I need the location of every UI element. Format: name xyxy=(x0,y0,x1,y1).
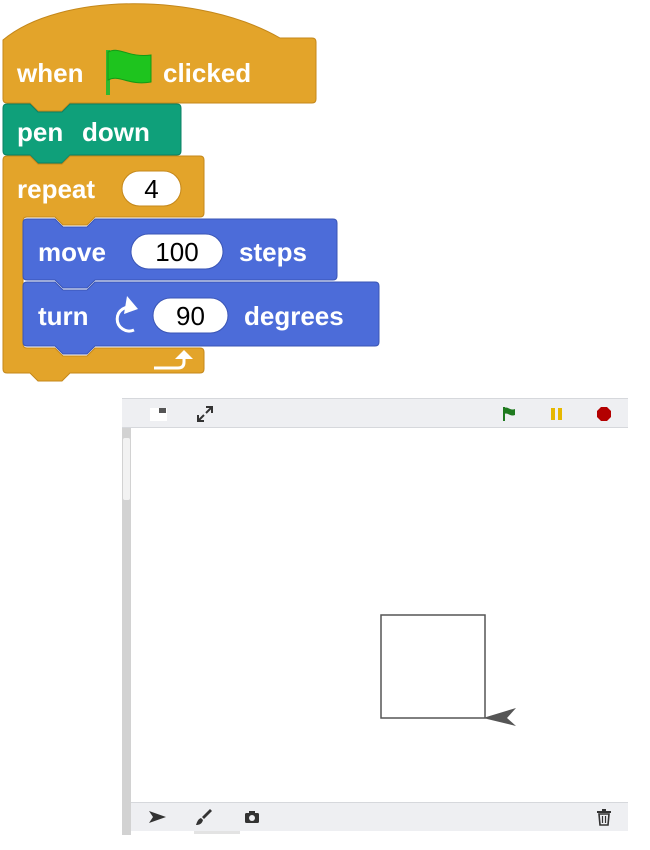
turn-degrees-block[interactable]: turn 90 degrees xyxy=(22,281,380,355)
fullscreen-icon[interactable] xyxy=(196,405,214,423)
degrees-label: degrees xyxy=(244,301,344,331)
repeat-count-input[interactable]: 4 xyxy=(121,170,182,207)
pen-label: pen xyxy=(17,117,63,147)
scrollbar-thumb[interactable] xyxy=(123,438,130,500)
trash-icon[interactable] xyxy=(595,808,613,826)
stop-icon[interactable] xyxy=(595,405,613,423)
steps-input[interactable]: 100 xyxy=(130,233,224,270)
degrees-input[interactable]: 90 xyxy=(152,297,229,334)
stage-canvas[interactable] xyxy=(131,428,628,802)
camera-icon[interactable] xyxy=(243,808,261,826)
when-label: when xyxy=(16,58,83,88)
steps-label: steps xyxy=(239,237,307,267)
stage-panel xyxy=(122,398,628,835)
clicked-label: clicked xyxy=(163,58,251,88)
degrees-value: 90 xyxy=(176,301,205,331)
toolbar-underline xyxy=(194,831,240,834)
vertical-scrollbar[interactable] xyxy=(122,428,131,835)
stage-bottom-toolbar xyxy=(131,802,628,831)
move-steps-block[interactable]: move 100 steps xyxy=(22,218,338,289)
pause-icon[interactable] xyxy=(548,405,566,423)
when-flag-clicked-block[interactable]: when clicked xyxy=(2,3,317,112)
arrow-sprite-icon[interactable] xyxy=(483,708,516,726)
paintbrush-icon[interactable] xyxy=(195,808,213,826)
move-label: move xyxy=(38,237,106,267)
repeat-label: repeat xyxy=(17,174,95,204)
script-blocks: when clicked pen down repeat 4 move 100 xyxy=(2,3,380,382)
pen-down-block[interactable]: pen down xyxy=(2,103,182,164)
steps-value: 100 xyxy=(155,237,198,267)
repeat-count-value: 4 xyxy=(144,174,158,204)
down-label: down xyxy=(82,117,150,147)
small-stage-icon[interactable] xyxy=(150,405,168,423)
drawn-square xyxy=(380,614,486,719)
arrow-icon[interactable] xyxy=(148,808,166,826)
stage-toolbar xyxy=(122,398,628,428)
turn-label: turn xyxy=(38,301,89,331)
green-flag-icon[interactable] xyxy=(500,405,518,423)
